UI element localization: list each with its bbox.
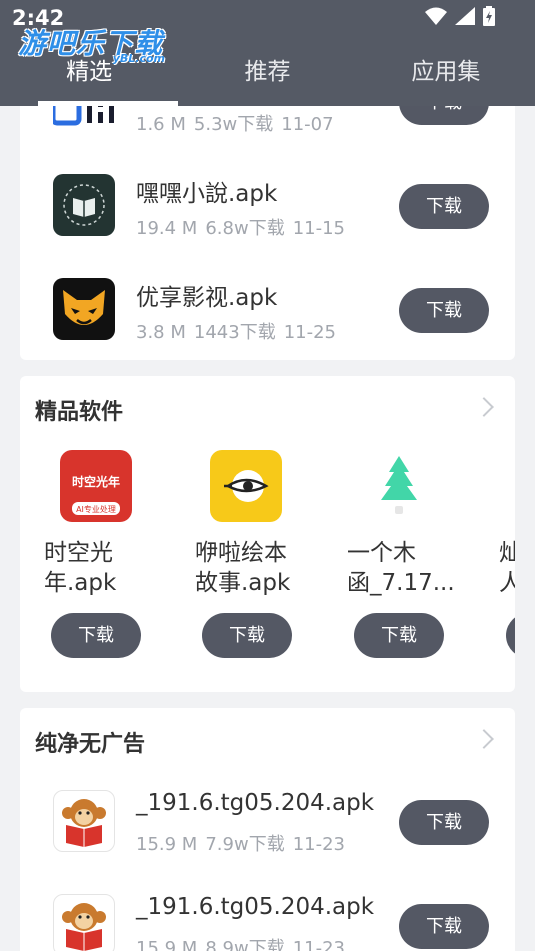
- app-downloads: 7.9w下载: [205, 834, 285, 855]
- app-name-line2: 函_7.17...: [347, 570, 455, 596]
- wifi-icon: [425, 7, 447, 25]
- eye-icon: [210, 450, 282, 522]
- chevron-right-icon[interactable]: [474, 397, 494, 417]
- tab-featured[interactable]: 精选: [0, 52, 178, 100]
- list-item[interactable]: 嘿嘿小說.apk 19.4 M 6.8w下载 11-15 下载: [20, 164, 515, 268]
- app-date: 11-07: [281, 114, 334, 135]
- download-button[interactable]: 下载: [399, 288, 489, 333]
- section-title: 精品软件: [35, 400, 124, 425]
- app-name: 嘿嘿小說.apk: [136, 181, 278, 207]
- tab-recommended[interactable]: 推荐: [178, 52, 356, 100]
- fox-icon: [53, 278, 115, 340]
- list-item[interactable]: _191.6.tg05.204.apk 15.9 M 8.9w下载 11-23 下载: [20, 884, 515, 951]
- app-size: 3.8 M: [136, 322, 186, 343]
- app-meta: 3.8 M 1443下载 11-25: [136, 318, 344, 344]
- book-icon: [53, 174, 115, 236]
- app-name-line2: 年.apk: [44, 570, 117, 596]
- download-button[interactable]: 下载: [506, 613, 515, 658]
- app-name: 一个木 函_7.17...: [347, 538, 457, 598]
- battery-icon: [483, 6, 495, 26]
- download-button[interactable]: 下载: [354, 613, 444, 658]
- top-app-bar: 2:42 游吧乐下载 yBL.com 精选 推荐 应用集: [0, 0, 535, 106]
- monkey-book-icon: [53, 894, 115, 951]
- time-light-icon: 时空光年 AI专业处理: [60, 450, 132, 522]
- app-meta: 1.6 M 5.3w下载 11-07: [136, 110, 342, 136]
- status-icons: [425, 6, 495, 26]
- section-title: 纯净无广告: [35, 732, 146, 757]
- icon-text-bottom: AI专业处理: [76, 504, 116, 514]
- app-name-line1: 咿啦绘本: [195, 540, 287, 566]
- app-date: 11-25: [283, 322, 337, 343]
- download-button[interactable]: 下载: [202, 613, 292, 658]
- app-meta: 19.4 M 6.8w下载 11-15: [136, 214, 353, 240]
- app-name: 优享影视.apk: [136, 285, 278, 311]
- app-name-line2: 故事.apk: [195, 570, 291, 596]
- app-meta: 15.9 M 8.9w下载 11-23: [136, 934, 353, 951]
- grid-item[interactable]: 灿 人 下载: [475, 446, 515, 676]
- monkey-book-icon: [53, 790, 115, 852]
- app-downloads: 5.3w下载: [193, 114, 274, 135]
- premium-software-card: 精品软件 时空光年 AI专业处理 时空光 年.apk 下载 咿啦绘本 故事.ap…: [20, 376, 515, 692]
- list-item[interactable]: _191.6.tg05.204.apk 15.9 M 7.9w下载 11-23 下载: [20, 780, 515, 884]
- list-item[interactable]: 优享影视.apk 3.8 M 1443下载 11-25 下载: [20, 268, 515, 360]
- download-button[interactable]: 下载: [399, 904, 489, 949]
- grid-item[interactable]: 时空光年 AI专业处理 时空光 年.apk 下载: [20, 446, 160, 676]
- grid-item[interactable]: 一个木 函_7.17... 下载: [323, 446, 463, 676]
- app-name: _191.6.tg05.204.apk: [136, 790, 375, 816]
- app-name: 灿 人: [499, 538, 515, 598]
- app-date: 11-15: [292, 218, 346, 239]
- app-size: 1.6 M: [136, 114, 186, 135]
- no-ads-card: 纯净无广告 _191.6.tg05.204.apk 15.9 M 7.9w下载 11…: [20, 708, 515, 951]
- chevron-right-icon[interactable]: [474, 729, 494, 749]
- tree-icon: [363, 450, 435, 522]
- tab-bar: 精选 推荐 应用集: [0, 52, 535, 100]
- icon-text-top: 时空光年: [72, 474, 120, 489]
- signal-icon: [455, 7, 475, 25]
- app-list-card: 1.6 M 5.3w下载 11-07 下载 嘿嘿小說.apk 19.4 M 6.8w下…: [20, 90, 515, 360]
- download-button[interactable]: 下载: [399, 800, 489, 845]
- app-downloads: 1443下载: [193, 322, 276, 343]
- app-size: 15.9 M: [136, 834, 198, 855]
- download-button[interactable]: 下载: [51, 613, 141, 658]
- app-downloads: 8.9w下载: [205, 938, 285, 951]
- tab-collections[interactable]: 应用集: [357, 52, 535, 100]
- app-name: _191.6.tg05.204.apk: [136, 894, 375, 920]
- app-name-line2: 人: [499, 570, 515, 596]
- app-name-line1: 一个木: [347, 540, 416, 566]
- download-button[interactable]: 下载: [399, 184, 489, 229]
- app-downloads: 6.8w下载: [205, 218, 285, 239]
- grid-item[interactable]: 咿啦绘本 故事.apk 下载: [171, 446, 311, 676]
- app-size: 19.4 M: [136, 218, 198, 239]
- app-name: 时空光 年.apk: [44, 538, 154, 598]
- app-name: 咿啦绘本 故事.apk: [195, 538, 305, 598]
- app-date: 11-23: [292, 938, 346, 951]
- app-size: 15.9 M: [136, 938, 198, 951]
- app-date: 11-23: [292, 834, 346, 855]
- tab-indicator: [38, 101, 178, 106]
- horizontal-app-list[interactable]: 时空光年 AI专业处理 时空光 年.apk 下载 咿啦绘本 故事.apk 下载 …: [20, 446, 515, 686]
- app-name-line1: 时空光: [44, 540, 113, 566]
- app-meta: 15.9 M 7.9w下载 11-23: [136, 830, 353, 856]
- app-name-line1: 灿: [499, 540, 515, 566]
